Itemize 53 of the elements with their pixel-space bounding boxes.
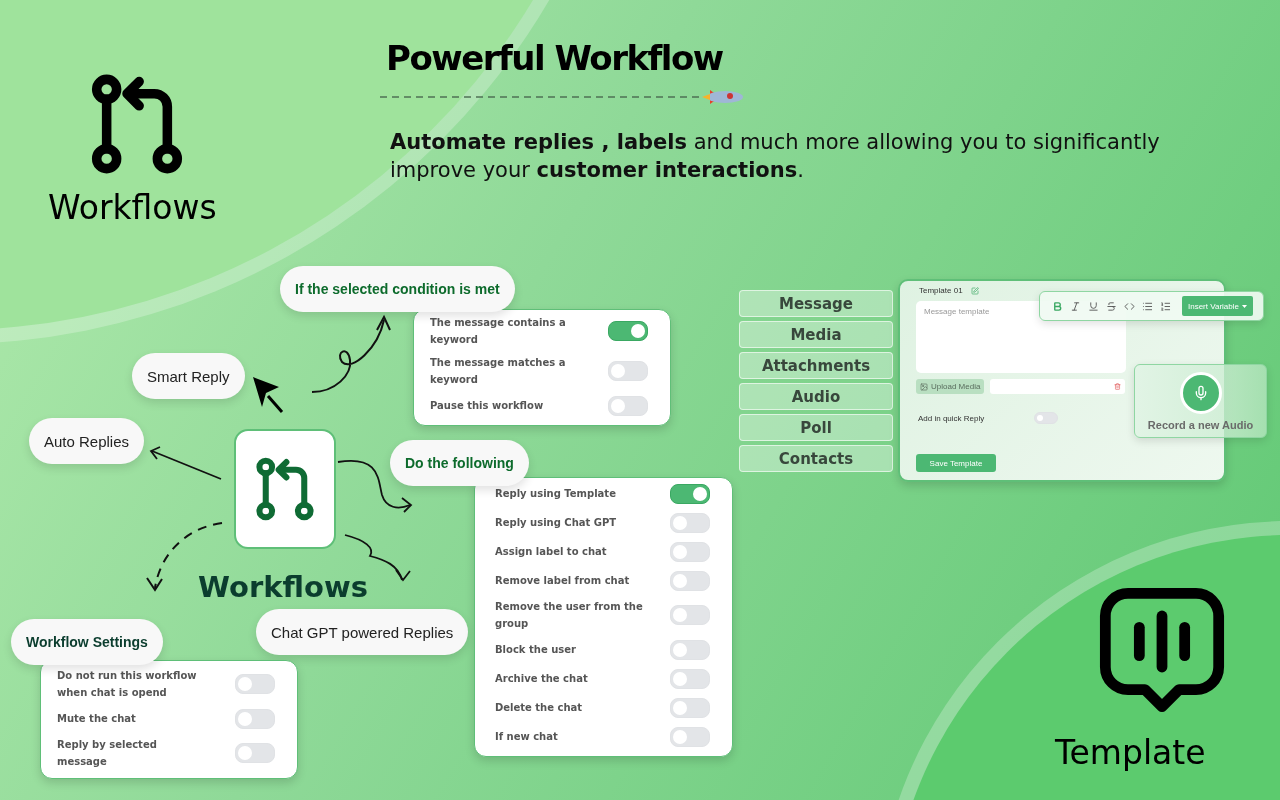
- message-type-button[interactable]: Audio: [739, 383, 893, 410]
- section-heading: Workflow Settings: [11, 619, 163, 665]
- record-audio-card[interactable]: Record a new Audio: [1134, 364, 1267, 438]
- feature-tag: Auto Replies: [29, 418, 145, 464]
- underline-icon[interactable]: [1088, 300, 1099, 312]
- numbered-list-icon[interactable]: [1160, 300, 1171, 312]
- strikethrough-icon[interactable]: [1106, 300, 1117, 312]
- toggle-switch[interactable]: [608, 321, 648, 341]
- option-label: The message contains a keyword: [430, 316, 567, 347]
- option-label: The message matches a keyword: [430, 356, 567, 387]
- option-label: Reply using Chat GPT: [495, 516, 617, 530]
- edit-icon[interactable]: [970, 286, 979, 295]
- option-label: Assign label to chat: [495, 545, 607, 559]
- caret-icon: [1242, 304, 1247, 308]
- microphone-icon[interactable]: [1179, 371, 1222, 414]
- brand-title: Workflows: [48, 188, 217, 227]
- italic-icon[interactable]: [1070, 300, 1081, 312]
- option-label: Pause this workflow: [430, 399, 544, 413]
- option-label: Remove label from chat: [495, 574, 630, 588]
- option-label: Mute the chat: [57, 712, 136, 726]
- option-label: Block the user: [495, 643, 576, 657]
- image-icon: [920, 382, 928, 391]
- option-label: Delete the chat: [495, 701, 583, 715]
- code-icon[interactable]: [1124, 300, 1135, 312]
- trash-icon[interactable]: [1114, 383, 1122, 390]
- section-heading: Do the following: [390, 440, 529, 486]
- option-label: Do not run this workflow when chat is opend: [57, 669, 198, 700]
- section-heading: If the selected condition is met: [280, 266, 515, 312]
- media-field[interactable]: [990, 379, 1126, 394]
- option-label: If new chat: [495, 730, 558, 744]
- option-label: Remove the user from the group: [495, 600, 644, 631]
- toggle-switch[interactable]: [670, 483, 710, 504]
- option-label: Archive the chat: [495, 672, 588, 686]
- message-type-button[interactable]: Poll: [739, 414, 893, 441]
- hero-title: Powerful Workflow: [386, 38, 723, 78]
- feature-tag: Smart Reply: [132, 353, 245, 399]
- message-type-button[interactable]: Message: [739, 290, 893, 317]
- hero-description: Automate replies , labels and much more allowing you to significantly improve your customer interactions.: [390, 129, 1161, 184]
- bullet-list-icon[interactable]: [1142, 300, 1153, 312]
- option-label: Reply using Template: [495, 487, 616, 501]
- option-label: Reply by selected message: [57, 738, 158, 769]
- record-label: Record a new Audio: [1147, 418, 1254, 431]
- message-type-button[interactable]: Contacts: [739, 445, 893, 472]
- badge-title: Template: [1055, 733, 1206, 772]
- upload-media-button[interactable]: Upload Media: [916, 379, 985, 394]
- feature-tag: Chat GPT powered Replies: [256, 609, 469, 655]
- message-type-button[interactable]: Attachments: [739, 352, 893, 379]
- template-name: Template 01: [919, 286, 963, 295]
- workflow-title: Workflows: [198, 570, 368, 604]
- bold-icon[interactable]: [1052, 300, 1063, 312]
- quick-reply-label: Add in quick Reply: [918, 413, 985, 423]
- message-type-button[interactable]: Media: [739, 321, 893, 348]
- pointer-arrow-drawing: [253, 377, 284, 413]
